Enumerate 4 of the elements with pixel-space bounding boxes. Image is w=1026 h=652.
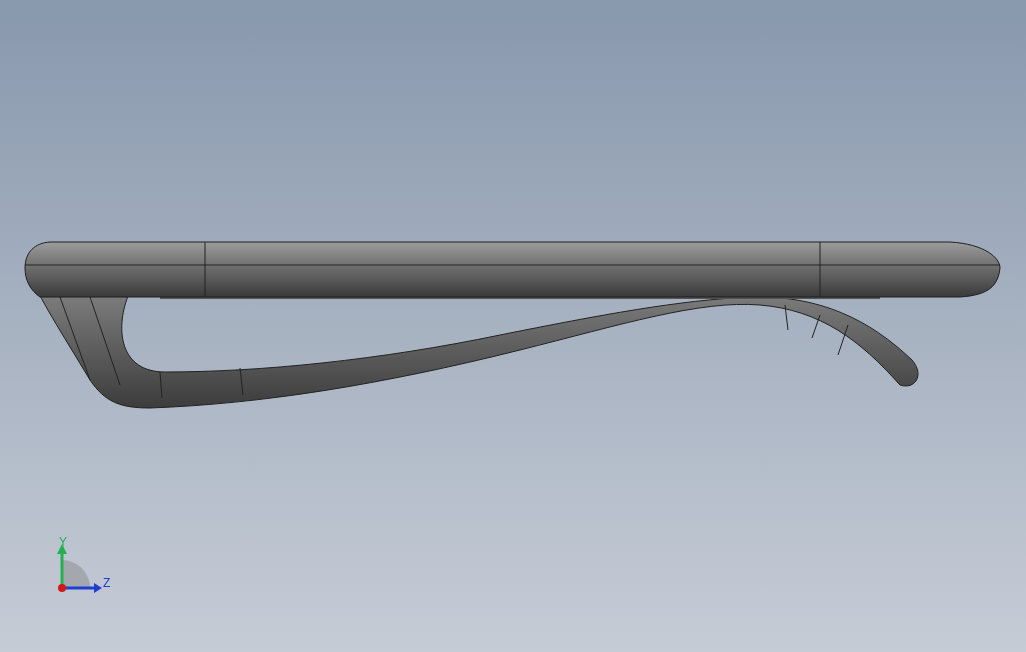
axis-label: Y <box>59 535 67 549</box>
origin-dot-icon <box>58 584 66 592</box>
view-quadrant-icon <box>62 560 90 588</box>
axis-label: Z <box>103 576 111 590</box>
